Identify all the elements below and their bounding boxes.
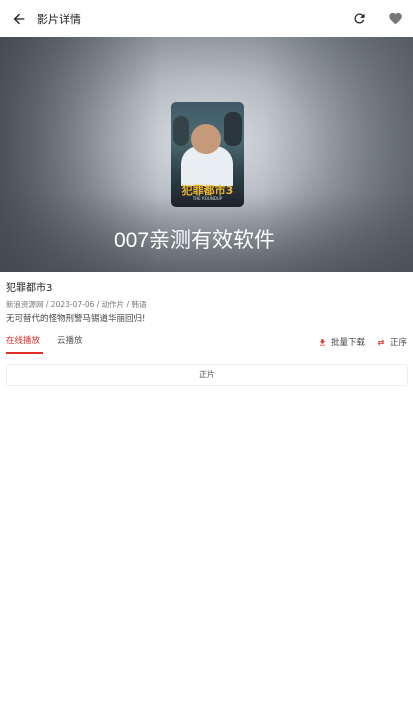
tab-cloud-play-label: 云播放	[57, 336, 83, 346]
poster-figure-face	[191, 124, 221, 154]
movie-meta: 新浪资源网 / 2023-07-06 / 动作片 / 韩语	[6, 300, 147, 309]
tab-active-indicator	[6, 352, 43, 354]
download-icon	[319, 338, 326, 345]
sort-order-button[interactable]: 正序	[376, 333, 407, 351]
batch-download-button[interactable]: 批量下载	[318, 333, 365, 351]
arrow-left-icon	[13, 13, 24, 24]
poster-subtitle: THE ROUNDUP	[192, 196, 223, 201]
tab-cloud-play[interactable]: 云播放	[57, 333, 83, 355]
tab-online-play-label: 在线播放	[6, 336, 41, 346]
swap-icon	[377, 338, 385, 346]
movie-title: 犯罪都市3	[6, 283, 53, 294]
refresh-button[interactable]	[341, 0, 377, 37]
app-bar: 影片详情	[0, 0, 413, 37]
episode-button[interactable]: 正片	[6, 364, 408, 386]
play-source-tabs: 在线播放 云播放 批量下载 正序	[0, 333, 413, 355]
poster-figure-right	[224, 112, 242, 146]
movie-description: 无可替代的怪物刑警马锡道华丽回归!	[6, 314, 146, 324]
poster-figure-left	[173, 116, 189, 146]
sort-order-label: 正序	[390, 338, 408, 348]
hero-overlay-text: 007亲测有效软件	[114, 229, 276, 252]
page-title: 影片详情	[37, 12, 81, 26]
movie-info: 犯罪都市3 新浪资源网 / 2023-07-06 / 动作片 / 韩语 无可替代…	[6, 282, 406, 325]
refresh-icon	[354, 13, 364, 24]
movie-poster[interactable]: 犯罪都市3 THE ROUNDUP	[171, 102, 244, 207]
tab-online-play[interactable]: 在线播放	[6, 333, 43, 355]
favorite-button[interactable]	[377, 0, 413, 37]
back-button[interactable]	[0, 0, 37, 37]
hero-banner: 犯罪都市3 THE ROUNDUP 007亲测有效软件	[0, 37, 413, 272]
heart-icon	[388, 12, 402, 25]
batch-download-label: 批量下载	[331, 338, 366, 348]
